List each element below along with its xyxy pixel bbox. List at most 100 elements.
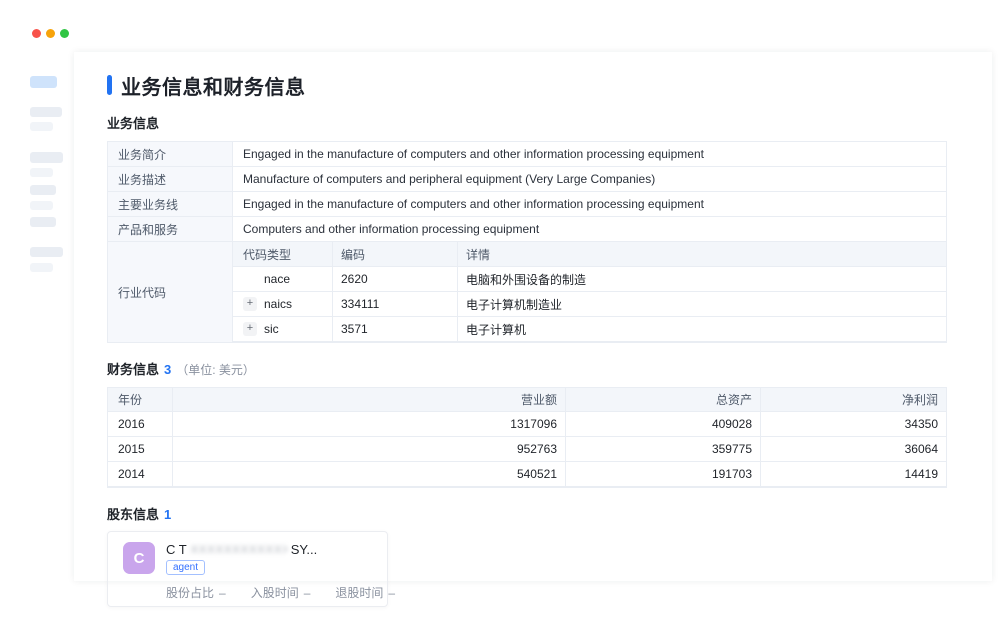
finance-table: 年份 营业额 总资产 净利润 2016 1317096 409028 34350… — [107, 387, 947, 488]
sidebar-item[interactable] — [30, 217, 56, 227]
stat-value: – — [304, 586, 311, 600]
row-label: 业务简介 — [108, 142, 233, 166]
industry-codes-header: 代码类型 编码 详情 — [233, 242, 946, 267]
revenue-cell: 1317096 — [173, 412, 566, 436]
sidebar-item[interactable] — [30, 185, 56, 195]
revenue-cell: 540521 — [173, 462, 566, 486]
stat-label: 股份占比 — [166, 584, 214, 601]
total-assets-cell: 409028 — [566, 412, 761, 436]
industry-codes-table: 代码类型 编码 详情 + nace 2620 电脑和外围设备的制造 — [233, 242, 946, 342]
shareholder-card-body: C T XXXXXXXXXXXX SY... agent 股份占比 – 入股时间 — [166, 542, 395, 606]
column-header-detail: 详情 — [458, 242, 946, 266]
total-assets-cell: 191703 — [566, 462, 761, 486]
finance-unit-note: （单位: 美元） — [176, 361, 255, 378]
code-type-cell: + nace — [233, 267, 333, 291]
stat-label: 入股时间 — [251, 584, 299, 601]
net-profit-cell: 34350 — [761, 412, 946, 436]
business-info-row: 主要业务线 Engaged in the manufacture of comp… — [108, 192, 946, 217]
industry-code-row: + naics 334111 电子计算机制造业 — [233, 292, 946, 317]
finance-table-row: 2015 952763 359775 36064 — [108, 437, 946, 462]
code-detail-cell: 电子计算机 — [458, 317, 946, 341]
shareholder-name-redacted: XXXXXXXXXXXX — [191, 544, 287, 556]
shareholder-role-badge: agent — [166, 560, 205, 575]
code-cell: 2620 — [333, 267, 458, 291]
code-detail-cell: 电脑和外围设备的制造 — [458, 267, 946, 291]
finance-section-label: 财务信息 — [107, 359, 159, 378]
sidebar-item[interactable] — [30, 152, 63, 163]
finance-table-row: 2016 1317096 409028 34350 — [108, 412, 946, 437]
code-detail-cell: 电子计算机制造业 — [458, 292, 946, 316]
expand-icon[interactable]: + — [243, 322, 257, 336]
minimize-window-button[interactable] — [46, 29, 55, 38]
sidebar-item[interactable] — [30, 122, 53, 131]
sidebar-item-active[interactable] — [30, 76, 57, 88]
column-header-total-assets: 总资产 — [566, 388, 761, 411]
row-value: Engaged in the manufacture of computers … — [233, 192, 946, 216]
stat-value: – — [219, 586, 226, 600]
row-value: Computers and other information processi… — [233, 217, 946, 241]
close-window-button[interactable] — [32, 29, 41, 38]
code-type: sic — [264, 322, 279, 336]
row-label: 业务描述 — [108, 167, 233, 191]
shareholder-section-title: 股东信息 1 — [107, 504, 947, 523]
shareholder-avatar: C — [123, 542, 155, 574]
business-info-table: 业务简介 Engaged in the manufacture of compu… — [107, 141, 947, 343]
shareholder-name-suffix: SY... — [291, 542, 318, 557]
net-profit-cell: 14419 — [761, 462, 946, 486]
industry-codes-row: 行业代码 代码类型 编码 详情 + nace 2620 — [108, 242, 946, 342]
net-profit-cell: 36064 — [761, 437, 946, 461]
year-cell: 2016 — [108, 412, 173, 436]
business-section-title: 业务信息 — [107, 113, 947, 132]
business-info-row: 业务简介 Engaged in the manufacture of compu… — [108, 142, 946, 167]
code-type: nace — [264, 272, 290, 286]
shareholder-count-badge: 1 — [164, 507, 171, 522]
shareholder-section-label: 股东信息 — [107, 504, 159, 523]
sidebar-item[interactable] — [30, 263, 53, 272]
row-value: Manufacture of computers and peripheral … — [233, 167, 946, 191]
expand-icon[interactable]: + — [243, 297, 257, 311]
code-type-cell: + sic — [233, 317, 333, 341]
finance-count-badge: 3 — [164, 362, 171, 377]
sidebar-item[interactable] — [30, 247, 63, 257]
row-value: Engaged in the manufacture of computers … — [233, 142, 946, 166]
stat-value: – — [388, 586, 395, 600]
shareholder-stats: 股份占比 – 入股时间 – 退股时间 – — [166, 584, 395, 601]
title-accent-bar — [107, 75, 112, 95]
shareholder-stat: 股份占比 – — [166, 584, 226, 601]
shareholder-name: C T XXXXXXXXXXXX SY... — [166, 542, 395, 557]
business-info-row: 产品和服务 Computers and other information pr… — [108, 217, 946, 242]
industry-code-row: + nace 2620 电脑和外围设备的制造 — [233, 267, 946, 292]
sidebar-item[interactable] — [30, 201, 53, 210]
code-type: naics — [264, 297, 292, 311]
shareholder-card[interactable]: C C T XXXXXXXXXXXX SY... agent 股份占比 – — [107, 531, 388, 607]
row-label: 产品和服务 — [108, 217, 233, 241]
business-section-label: 业务信息 — [107, 113, 159, 132]
total-assets-cell: 359775 — [566, 437, 761, 461]
shareholder-name-prefix: C T — [166, 542, 187, 557]
year-cell: 2015 — [108, 437, 173, 461]
page-title: 业务信息和财务信息 — [121, 71, 306, 100]
maximize-window-button[interactable] — [60, 29, 69, 38]
revenue-cell: 952763 — [173, 437, 566, 461]
column-header-year: 年份 — [108, 388, 173, 411]
sidebar-item[interactable] — [30, 168, 53, 177]
code-type-cell: + naics — [233, 292, 333, 316]
main-content-panel: 业务信息和财务信息 业务信息 业务简介 Engaged in the manuf… — [74, 52, 992, 581]
shareholder-stat: 入股时间 – — [251, 584, 311, 601]
stat-label: 退股时间 — [335, 584, 383, 601]
finance-table-row: 2014 540521 191703 14419 — [108, 462, 946, 487]
row-label: 主要业务线 — [108, 192, 233, 216]
column-header-revenue: 营业额 — [173, 388, 566, 411]
finance-table-header: 年份 营业额 总资产 净利润 — [108, 388, 946, 412]
page-header: 业务信息和财务信息 — [107, 73, 947, 97]
column-header-net-profit: 净利润 — [761, 388, 946, 411]
industry-code-row: + sic 3571 电子计算机 — [233, 317, 946, 342]
year-cell: 2014 — [108, 462, 173, 486]
shareholder-stat: 退股时间 – — [335, 584, 395, 601]
sidebar-item[interactable] — [30, 107, 62, 117]
row-label: 行业代码 — [108, 242, 233, 342]
code-cell: 3571 — [333, 317, 458, 341]
column-header-code: 编码 — [333, 242, 458, 266]
finance-section-title: 财务信息 3 （单位: 美元） — [107, 359, 947, 378]
business-info-row: 业务描述 Manufacture of computers and periph… — [108, 167, 946, 192]
